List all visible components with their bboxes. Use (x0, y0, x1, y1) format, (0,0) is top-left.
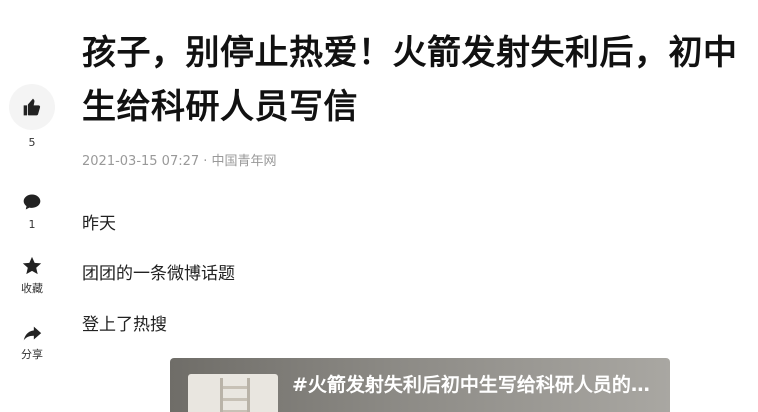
action-rail: 5 1 收藏 分享 (0, 0, 64, 412)
share-button[interactable]: 分享 (0, 322, 64, 361)
article-title: 孩子，别停止热爱！火箭发射失利后，初中生给科研人员写信 (82, 33, 738, 127)
rocket-rack-image (220, 378, 250, 412)
share-icon (20, 322, 44, 346)
like-count: 5 (28, 136, 36, 149)
card-title[interactable]: #火箭发射失利后初中生写给科研人员的信# (292, 372, 662, 398)
article-paragraph: 登上了热搜 (82, 315, 167, 335)
comment-count: 1 (28, 218, 36, 231)
favorite-label: 收藏 (21, 282, 43, 295)
article-meta: 2021-03-15 07:27 · 中国青年网 (82, 154, 277, 169)
favorite-button[interactable]: 收藏 (0, 254, 64, 295)
card-thumbnail (188, 374, 278, 412)
like-button[interactable]: 5 (0, 84, 64, 149)
article-paragraph: 昨天 (82, 214, 116, 234)
comment-button[interactable]: 1 (0, 190, 64, 231)
star-icon (20, 254, 44, 278)
weibo-topic-card[interactable]: #火箭发射失利后初中生写给科研人员的信# (170, 358, 670, 412)
share-label: 分享 (21, 348, 43, 361)
comment-icon (20, 190, 44, 214)
article-paragraph: 团团的一条微博话题 (82, 264, 235, 284)
like-circle[interactable] (9, 84, 55, 130)
thumbs-up-icon (20, 95, 44, 119)
